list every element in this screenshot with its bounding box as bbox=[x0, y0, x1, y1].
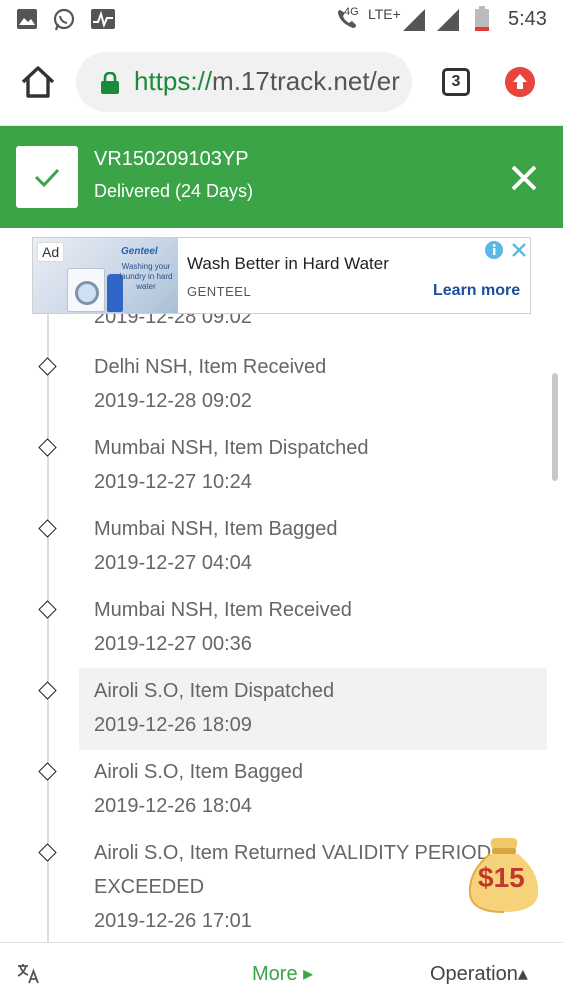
event-time-partial: 2019-12-28 09:02 bbox=[94, 314, 252, 328]
ad-image[interactable]: Genteel Washing your laundry in hard wat… bbox=[33, 238, 178, 313]
timeline-marker bbox=[38, 600, 57, 619]
event-description: Mumbai NSH, Item Dispatched bbox=[94, 437, 369, 459]
event-time: 2019-12-27 04:04 bbox=[94, 552, 252, 574]
battery-icon bbox=[475, 6, 489, 31]
event-time: 2019-12-26 17:01 bbox=[94, 910, 252, 932]
tracking-summary-banner: VR150209103YP Delivered (24 Days) bbox=[0, 126, 563, 228]
gallery-icon bbox=[17, 9, 37, 29]
ad-title[interactable]: Wash Better in Hard Water bbox=[187, 254, 389, 274]
timeline-marker bbox=[38, 843, 57, 862]
event-description: Delhi NSH, Item Received bbox=[94, 356, 327, 378]
timeline-marker bbox=[38, 519, 57, 538]
home-icon[interactable] bbox=[18, 62, 58, 102]
url-text: https://m.17track.net/er bbox=[134, 66, 400, 97]
info-icon[interactable] bbox=[484, 240, 504, 260]
url-scheme: https:// bbox=[134, 66, 213, 96]
event-time: 2019-12-28 09:02 bbox=[94, 390, 252, 412]
event-description: Airoli S.O, Item Returned VALIDITY PERIO… bbox=[94, 842, 492, 864]
event-time: 2019-12-27 10:24 bbox=[94, 471, 252, 493]
scrollbar[interactable] bbox=[552, 373, 558, 481]
pulse-icon bbox=[91, 9, 115, 29]
address-bar[interactable]: https://m.17track.net/er bbox=[76, 52, 412, 112]
tab-switcher-button[interactable]: 3 bbox=[442, 68, 470, 96]
timeline-marker bbox=[38, 681, 57, 700]
signal-icon-2 bbox=[437, 9, 459, 31]
ad-image-tagline: Washing your laundry in hard water bbox=[119, 262, 173, 291]
browser-toolbar: https://m.17track.net/er 3 bbox=[0, 40, 563, 126]
event-time: 2019-12-26 18:09 bbox=[94, 714, 252, 736]
bottom-toolbar: More ▸ Operation▴ bbox=[0, 942, 563, 1000]
update-icon[interactable] bbox=[505, 67, 535, 97]
whatsapp-icon bbox=[53, 8, 75, 31]
washing-machine-illustration bbox=[67, 268, 105, 312]
ad-learn-more-link[interactable]: Learn more bbox=[433, 282, 520, 300]
signal-icon bbox=[403, 9, 425, 31]
check-icon bbox=[34, 168, 60, 188]
event-description: Airoli S.O, Item Dispatched bbox=[94, 680, 335, 702]
event-time: 2019-12-27 00:36 bbox=[94, 633, 252, 655]
event-description: Mumbai NSH, Item Received bbox=[94, 599, 352, 621]
ad-close-icon[interactable] bbox=[509, 240, 529, 260]
ad-banner[interactable]: Genteel Washing your laundry in hard wat… bbox=[32, 237, 531, 314]
event-description: Airoli S.O, Item Bagged bbox=[94, 761, 303, 783]
url-host: m.17track.net/er bbox=[212, 66, 400, 96]
ad-badge: Ad bbox=[37, 242, 65, 262]
more-button[interactable]: More ▸ bbox=[252, 961, 313, 986]
event-description: Mumbai NSH, Item Bagged bbox=[94, 518, 338, 540]
timeline-marker bbox=[38, 762, 57, 781]
delivery-status: Delivered (24 Days) bbox=[94, 181, 254, 201]
ad-brand-logo: Genteel bbox=[121, 246, 158, 257]
timeline-marker bbox=[38, 438, 57, 457]
network-type-label: 4G bbox=[344, 6, 359, 18]
lock-icon bbox=[101, 72, 119, 94]
close-icon[interactable] bbox=[508, 162, 540, 194]
timeline-marker bbox=[38, 357, 57, 376]
lte-label: LTE+ bbox=[368, 6, 401, 22]
delivered-status-box bbox=[16, 146, 78, 208]
operation-button[interactable]: Operation▴ bbox=[430, 961, 528, 986]
translate-icon[interactable] bbox=[16, 961, 40, 985]
reward-amount[interactable]: $15 bbox=[478, 862, 525, 894]
event-time: 2019-12-26 18:04 bbox=[94, 795, 252, 817]
event-description-line2: EXCEEDED bbox=[94, 876, 205, 898]
ad-advertiser: GENTEEL bbox=[187, 284, 252, 299]
status-bar: 4G LTE+ 5:43 bbox=[0, 0, 563, 40]
tracking-number: VR150209103YP bbox=[94, 148, 249, 170]
clock: 5:43 bbox=[508, 8, 547, 30]
